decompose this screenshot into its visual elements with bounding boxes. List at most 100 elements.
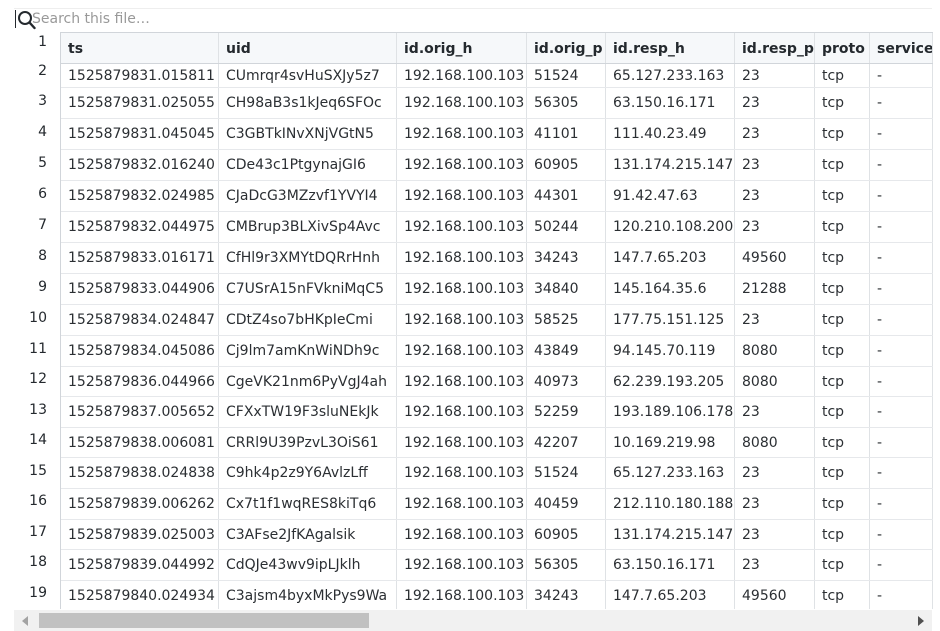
table-cell: 1525879834.045086 (61, 336, 219, 366)
file-search-bar (14, 8, 932, 30)
table-cell: 63.150.16.171 (606, 550, 735, 580)
table-cell: - (870, 88, 933, 118)
horizontal-scrollbar[interactable] (14, 610, 932, 631)
table-cell: C3GBTkINvXNjVGtN5 (219, 119, 397, 149)
table-cell: tcp (815, 305, 870, 335)
table-cell: 23 (735, 397, 815, 427)
table-cell: tcp (815, 581, 870, 609)
table-cell: - (870, 181, 933, 211)
table-cell: tcp (815, 397, 870, 427)
table-cell: CDtZ4so7bHKpIeCmi (219, 305, 397, 335)
table-row: 1525879836.044966 CgeVK21nm6PyVgJ4ah 192.1… (61, 367, 933, 397)
table-cell: C3ajsm4byxMkPys9Wa (219, 581, 397, 609)
table-cell: 145.164.35.6 (606, 274, 735, 304)
table-cell: 23 (735, 550, 815, 580)
table-row: 1525879834.045086 Cj9lm7amKnWiNDh9c 192.16… (61, 336, 933, 367)
table-cell: tcp (815, 88, 870, 118)
table-cell: 34243 (527, 581, 606, 609)
table-cell: 34243 (527, 243, 606, 273)
line-number: 1 (38, 34, 47, 50)
table-cell: 23 (735, 305, 815, 335)
table-cell: - (870, 119, 933, 149)
table-cell: 131.174.215.147 (606, 520, 735, 549)
table-cell: 23 (735, 150, 815, 180)
table-cell: 21288 (735, 274, 815, 304)
table-cell: 192.168.100.103 (397, 64, 527, 87)
scrollbar-thumb[interactable] (39, 613, 369, 628)
triangle-left-icon[interactable] (14, 610, 36, 631)
column-header-uid[interactable]: uid (219, 33, 397, 63)
table-cell: 120.210.108.200 (606, 212, 735, 242)
table-cell: CRRl9U39PzvL3OiS61 (219, 428, 397, 457)
table-cell: 192.168.100.103 (397, 489, 527, 519)
table-cell: 8080 (735, 428, 815, 457)
table-row: 1525879833.016171 CfHl9r3XMYtDQRrHnh 192.1… (61, 243, 933, 274)
column-header-id-orig-h[interactable]: id.orig_h (397, 33, 527, 63)
table-cell: 23 (735, 520, 815, 549)
table-cell: 51524 (527, 458, 606, 488)
line-number: 7 (38, 217, 47, 233)
table-cell: 1525879839.025003 (61, 520, 219, 549)
table-cell: - (870, 428, 933, 457)
column-header-id-orig-p[interactable]: id.orig_p (527, 33, 606, 63)
table-cell: 42207 (527, 428, 606, 457)
table-cell: 192.168.100.103 (397, 181, 527, 211)
table-cell: tcp (815, 181, 870, 211)
table-cell: - (870, 367, 933, 396)
table-cell: 1525879840.024934 (61, 581, 219, 609)
table-row: 1525879834.024847 CDtZ4so7bHKpIeCmi 192.16… (61, 305, 933, 336)
table-cell: 44301 (527, 181, 606, 211)
table-cell: tcp (815, 64, 870, 87)
table-cell: 1525879836.044966 (61, 367, 219, 396)
table-cell: 1525879839.044992 (61, 550, 219, 580)
table-cell: - (870, 397, 933, 427)
column-header-id-resp-h[interactable]: id.resp_h (606, 33, 735, 63)
column-header-ts[interactable]: ts (61, 33, 219, 63)
line-number: 6 (38, 186, 47, 202)
table-cell: 23 (735, 64, 815, 87)
table-cell: tcp (815, 150, 870, 180)
triangle-right-icon[interactable] (910, 610, 932, 631)
table-cell: - (870, 489, 933, 519)
table-cell: tcp (815, 550, 870, 580)
table-row: 1525879840.024934 C3ajsm4byxMkPys9Wa 192.1… (61, 581, 933, 609)
table-cell: 50244 (527, 212, 606, 242)
table-cell: 62.239.193.205 (606, 367, 735, 396)
table-cell: CgeVK21nm6PyVgJ4ah (219, 367, 397, 396)
table-cell: 1525879832.044975 (61, 212, 219, 242)
line-number: 9 (38, 279, 47, 295)
line-number: 16 (29, 493, 47, 509)
line-number: 5 (38, 155, 47, 171)
table-cell: - (870, 64, 933, 87)
table-row: 1525879838.006081 CRRl9U39PzvL3OiS61 192.1… (61, 428, 933, 458)
column-header-id-resp-p[interactable]: id.resp_p (735, 33, 815, 63)
table-cell: - (870, 520, 933, 549)
table-row: 1525879838.024838 C9hk4p2z9Y6AvlzLff 192.1… (61, 458, 933, 489)
table-cell: CFXxTW19F3sluNEkJk (219, 397, 397, 427)
table-row: 1525879833.044906 C7USrA15nFVkniMqC5 192.1… (61, 274, 933, 305)
table-cell: tcp (815, 274, 870, 304)
table-cell: 65.127.233.163 (606, 64, 735, 87)
table-cell: 1525879833.044906 (61, 274, 219, 304)
line-number: 13 (29, 402, 47, 418)
column-header-proto[interactable]: proto (815, 33, 870, 63)
search-input[interactable] (32, 10, 912, 28)
line-number: 8 (38, 248, 47, 264)
table-cell: 192.168.100.103 (397, 336, 527, 366)
table-cell: 91.42.47.63 (606, 181, 735, 211)
table-row: 1525879831.025055 CH98aB3s1kJeq6SFOc 192.1… (61, 88, 933, 119)
table-cell: tcp (815, 119, 870, 149)
table-cell: 49560 (735, 581, 815, 609)
table-cell: 23 (735, 489, 815, 519)
line-number: 2 (38, 63, 47, 79)
table-cell: 1525879833.016171 (61, 243, 219, 273)
table-cell: 192.168.100.103 (397, 520, 527, 549)
table-cell: tcp (815, 458, 870, 488)
table-cell: 192.168.100.103 (397, 397, 527, 427)
line-number: 4 (38, 124, 47, 140)
table-cell: - (870, 274, 933, 304)
table-cell: tcp (815, 243, 870, 273)
table-cell: 192.168.100.103 (397, 581, 527, 609)
table-cell: 94.145.70.119 (606, 336, 735, 366)
column-header-service[interactable]: service (870, 33, 933, 63)
